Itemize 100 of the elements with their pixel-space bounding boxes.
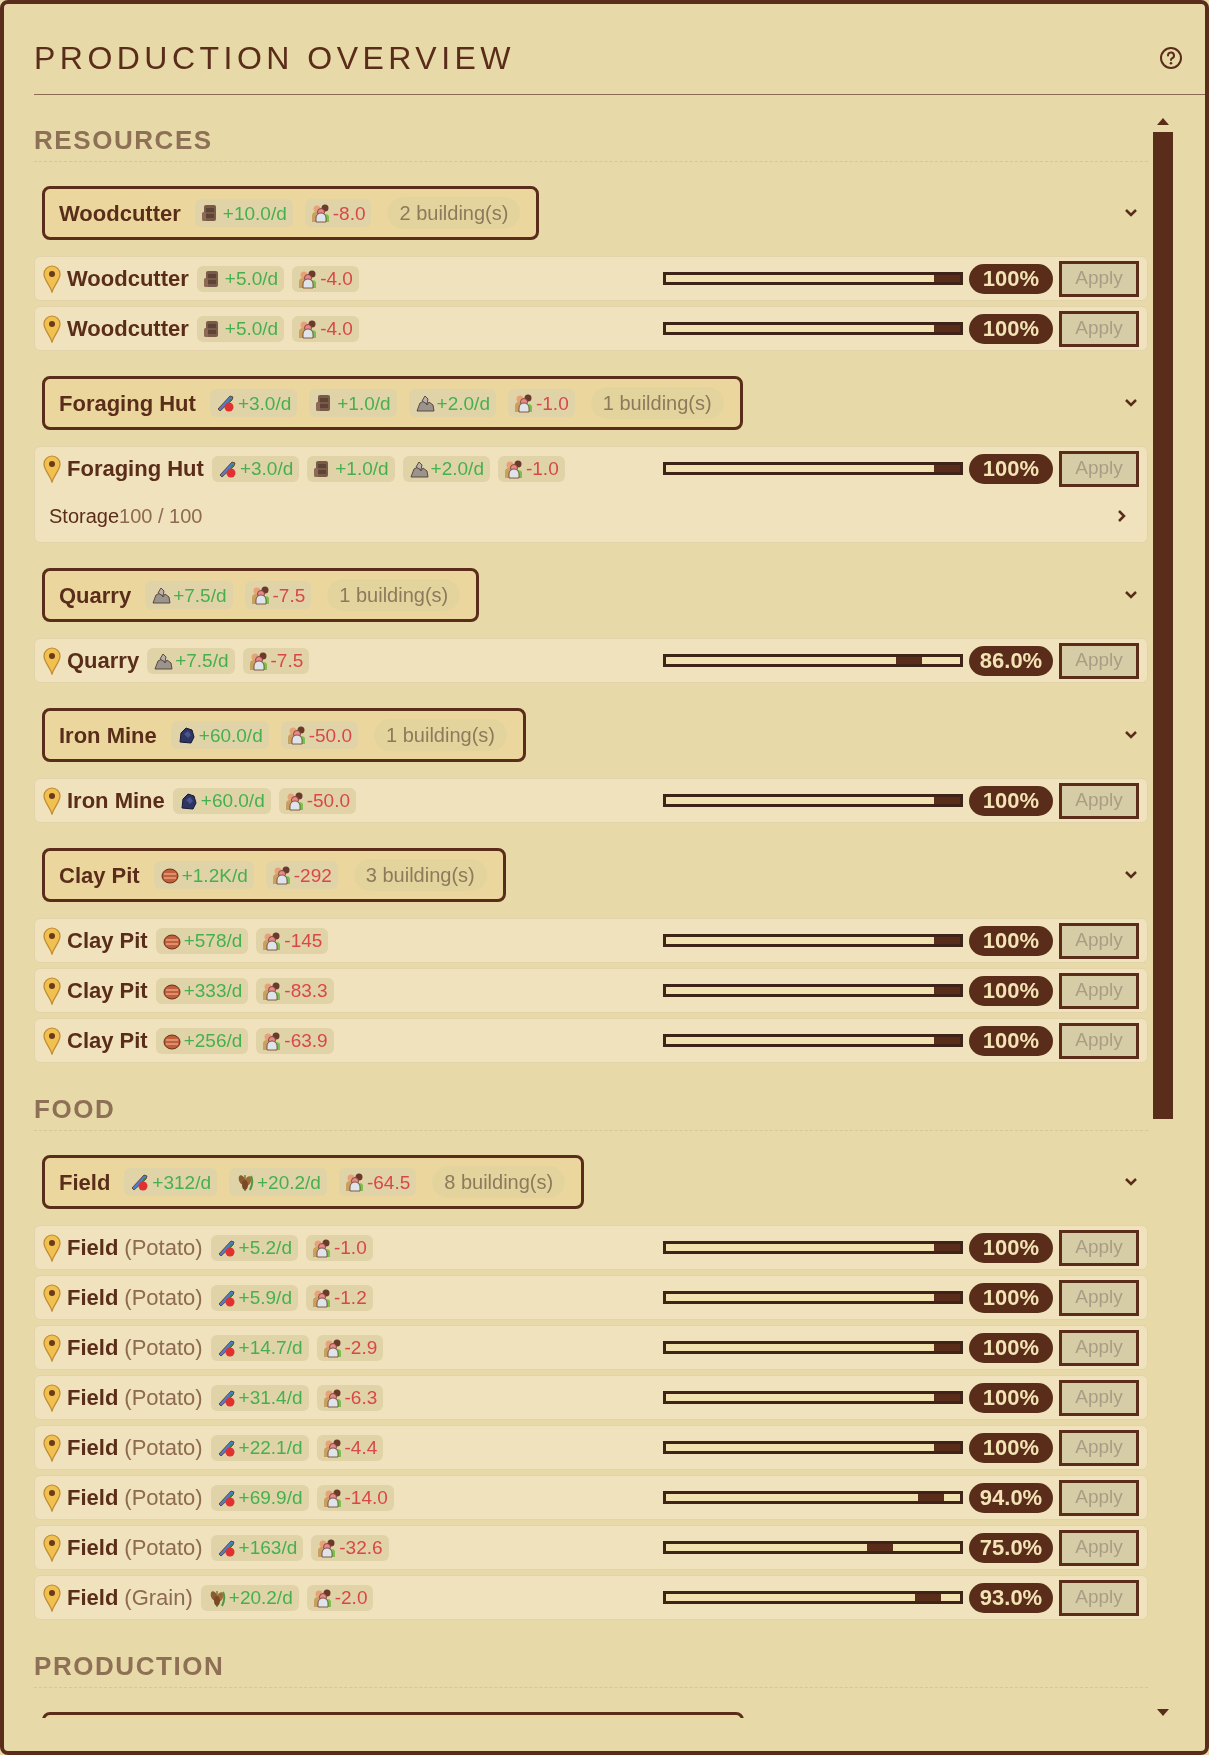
people-icon — [248, 650, 269, 671]
stat-value: -8.0 — [332, 203, 366, 223]
building-count: 8 building(s) — [432, 1166, 566, 1198]
slider[interactable] — [663, 272, 963, 285]
slider[interactable] — [663, 984, 963, 997]
scrollbar-thumb[interactable] — [1153, 132, 1173, 1119]
map-pin-icon[interactable] — [43, 1233, 61, 1262]
slider[interactable] — [663, 462, 963, 475]
building-count: 1 building(s) — [374, 719, 507, 751]
stat-value: -50.0 — [306, 791, 350, 810]
slider-thumb[interactable] — [934, 275, 960, 282]
stat-value: -292 — [293, 865, 332, 885]
stat-value: -32.6 — [339, 1538, 383, 1557]
percent-badge: 75.0% — [969, 1532, 1053, 1563]
slider[interactable] — [663, 1441, 963, 1454]
slider-thumb[interactable] — [896, 657, 923, 664]
stat-value: -4.4 — [344, 1438, 378, 1457]
slider-thumb[interactable] — [934, 1037, 960, 1044]
map-pin-icon[interactable] — [43, 1283, 61, 1312]
slider[interactable] — [663, 1291, 963, 1304]
percent-badge: 100% — [969, 263, 1053, 294]
group-header[interactable]: Woodcutter +10.0/d -8.0 2 building(s) — [42, 186, 540, 240]
slider[interactable] — [663, 1341, 963, 1354]
map-pin-icon[interactable] — [43, 454, 61, 483]
stat-value: -50.0 — [308, 725, 352, 745]
scroll-down-arrow-icon[interactable] — [1157, 1709, 1169, 1717]
slider-thumb[interactable] — [934, 325, 960, 332]
group-name: Iron Mine — [59, 721, 157, 750]
percent-badge: 100% — [969, 1025, 1053, 1056]
map-pin-icon[interactable] — [43, 646, 61, 675]
slider[interactable] — [663, 1491, 963, 1504]
map-pin-icon[interactable] — [43, 1433, 61, 1462]
building-name: Field — [67, 1434, 119, 1462]
map-pin-icon[interactable] — [43, 1026, 61, 1055]
people-icon — [298, 318, 319, 339]
map-pin-icon[interactable] — [43, 1583, 61, 1612]
stat-value: +69.9/d — [238, 1488, 303, 1507]
people-icon — [322, 1387, 343, 1408]
percent-badge: 86.0% — [969, 645, 1053, 676]
percent-badge: 100% — [969, 313, 1053, 344]
slider-thumb[interactable] — [867, 1544, 893, 1551]
map-pin-icon[interactable] — [43, 1383, 61, 1412]
map-pin-icon[interactable] — [43, 1533, 61, 1562]
group-header[interactable]: Foraging Hut +3.0/d +1.0/d +2.0/d -1.0 1 building(s) — [42, 376, 743, 430]
map-pin-icon[interactable] — [43, 314, 61, 343]
stat-value: +3.0/d — [237, 393, 292, 413]
slider-thumb[interactable] — [934, 1444, 960, 1451]
slider[interactable] — [663, 934, 963, 947]
group-header[interactable]: Field +312/d +20.2/d -64.5 8 building(s) — [42, 1155, 585, 1209]
people-icon — [311, 1287, 332, 1308]
stat-value: +578/d — [183, 931, 243, 950]
building-name: Iron Mine — [67, 787, 165, 815]
stat-value: +10.0/d — [222, 203, 287, 223]
slider-thumb[interactable] — [934, 1344, 960, 1351]
help-icon[interactable] — [1159, 46, 1183, 70]
slider-thumb[interactable] — [915, 1594, 942, 1601]
group-header[interactable]: Quarry +7.5/d -7.5 1 building(s) — [42, 568, 480, 622]
building-name: Clay Pit — [67, 977, 148, 1005]
map-pin-icon[interactable] — [43, 1333, 61, 1362]
panel-title: PRODUCTION OVERVIEW — [34, 42, 515, 74]
slider[interactable] — [663, 322, 963, 335]
map-pin-icon[interactable] — [43, 264, 61, 293]
slider[interactable] — [663, 1391, 963, 1404]
people-icon — [298, 268, 319, 289]
slider[interactable] — [663, 1241, 963, 1254]
people-icon — [513, 393, 534, 413]
slider[interactable] — [663, 654, 963, 667]
stat-value: +31.4/d — [238, 1388, 303, 1407]
percent-badge: 100% — [969, 785, 1053, 816]
group-header[interactable]: Iron Mine +60.0/d -50.0 1 building(s) — [42, 708, 526, 762]
slider-thumb[interactable] — [934, 1294, 960, 1301]
stat-value: +14.7/d — [238, 1338, 303, 1357]
stat-value: +7.5/d — [175, 651, 229, 670]
building-name: Field — [67, 1334, 119, 1362]
group-header[interactable]: Clay Pit +1.2K/d -292 3 building(s) — [42, 848, 506, 902]
slider-thumb[interactable] — [934, 937, 960, 944]
slider-thumb[interactable] — [917, 1494, 944, 1501]
map-pin-icon[interactable] — [43, 976, 61, 1005]
percent-badge: 100% — [969, 1232, 1053, 1263]
slider-thumb[interactable] — [934, 1394, 960, 1401]
slider-thumb[interactable] — [934, 465, 960, 472]
building-name: Clay Pit — [67, 927, 148, 955]
stat-value: +5.0/d — [224, 269, 279, 288]
slider-thumb[interactable] — [934, 797, 960, 804]
map-pin-icon[interactable] — [43, 786, 61, 815]
people-icon — [250, 585, 271, 605]
slider-thumb[interactable] — [934, 987, 960, 994]
map-pin-icon[interactable] — [43, 926, 61, 955]
slider[interactable] — [663, 1541, 963, 1554]
percent-badge: 94.0% — [969, 1482, 1053, 1513]
slider[interactable] — [663, 1034, 963, 1047]
slider-thumb[interactable] — [934, 1244, 960, 1251]
map-pin-icon[interactable] — [43, 1483, 61, 1512]
stat-value: +2.0/d — [430, 459, 484, 478]
people-icon — [284, 790, 305, 811]
people-icon — [344, 1172, 365, 1192]
slider[interactable] — [663, 1591, 963, 1604]
slider[interactable] — [663, 794, 963, 807]
people-icon — [262, 930, 283, 951]
scroll-up-arrow-icon[interactable] — [1157, 117, 1169, 125]
